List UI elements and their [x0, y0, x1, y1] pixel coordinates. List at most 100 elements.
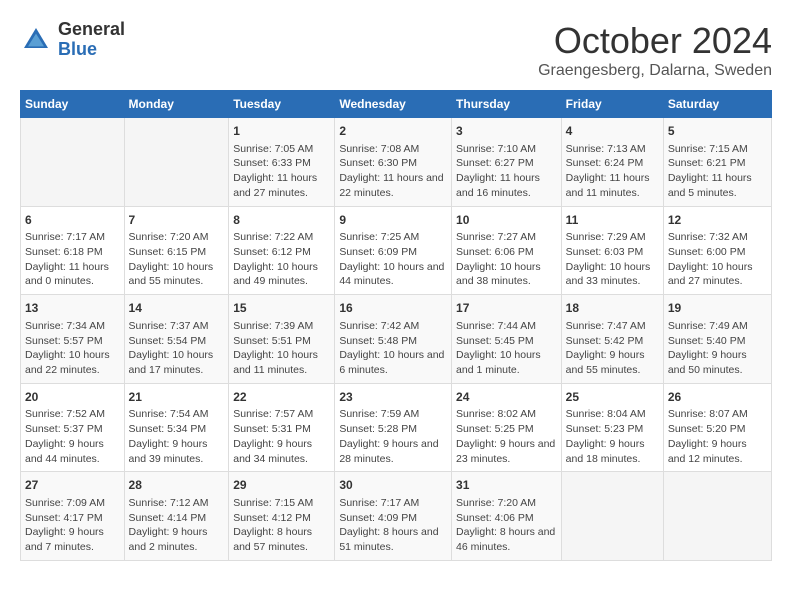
header-thursday: Thursday: [452, 91, 562, 118]
header-monday: Monday: [124, 91, 229, 118]
day-info: Sunrise: 7:09 AM Sunset: 4:17 PM Dayligh…: [25, 496, 120, 555]
calendar-cell: 12Sunrise: 7:32 AM Sunset: 6:00 PM Dayli…: [663, 206, 771, 295]
week-row-4: 20Sunrise: 7:52 AM Sunset: 5:37 PM Dayli…: [21, 383, 772, 472]
day-number: 19: [668, 300, 767, 317]
day-number: 30: [339, 477, 447, 494]
day-info: Sunrise: 7:52 AM Sunset: 5:37 PM Dayligh…: [25, 407, 120, 466]
calendar-cell: 25Sunrise: 8:04 AM Sunset: 5:23 PM Dayli…: [561, 383, 663, 472]
day-number: 6: [25, 212, 120, 229]
day-number: 14: [129, 300, 225, 317]
calendar-cell: 5 Sunrise: 7:15 AM Sunset: 6:21 PM Daylig…: [663, 118, 771, 207]
calendar-header: SundayMondayTuesdayWednesdayThursdayFrid…: [21, 91, 772, 118]
day-number: 16: [339, 300, 447, 317]
day-number: 11: [566, 212, 659, 229]
calendar-cell: 6Sunrise: 7:17 AM Sunset: 6:18 PM Daylig…: [21, 206, 125, 295]
calendar-cell: 29 Sunrise: 7:15 AM Sunset: 4:12 PM Dayli…: [229, 472, 335, 561]
day-info: Sunrise: 7:37 AM Sunset: 5:54 PM Dayligh…: [129, 319, 225, 378]
week-row-1: 1 Sunrise: 7:05 AM Sunset: 6:33 PM Daylig…: [21, 118, 772, 207]
day-info: Sunrise: 7:08 AM Sunset: 6:30 PM Dayligh…: [339, 142, 447, 201]
logo-icon: [20, 24, 52, 56]
calendar-cell: 26Sunrise: 8:07 AM Sunset: 5:20 PM Dayli…: [663, 383, 771, 472]
day-info: Sunrise: 7:47 AM Sunset: 5:42 PM Dayligh…: [566, 319, 659, 378]
day-info: Sunrise: 7:32 AM Sunset: 6:00 PM Dayligh…: [668, 230, 767, 289]
day-number: 24: [456, 389, 557, 406]
calendar-cell: [663, 472, 771, 561]
calendar-cell: 18 Sunrise: 7:47 AM Sunset: 5:42 PM Dayli…: [561, 295, 663, 384]
day-number: 20: [25, 389, 120, 406]
calendar-cell: [21, 118, 125, 207]
day-info: Sunrise: 7:57 AM Sunset: 5:31 PM Dayligh…: [233, 407, 330, 466]
day-number: 18: [566, 300, 659, 317]
header-friday: Friday: [561, 91, 663, 118]
calendar-cell: 14 Sunrise: 7:37 AM Sunset: 5:54 PM Dayli…: [124, 295, 229, 384]
day-info: Sunrise: 7:12 AM Sunset: 4:14 PM Dayligh…: [129, 496, 225, 555]
logo-blue: Blue: [58, 40, 125, 60]
header-row: SundayMondayTuesdayWednesdayThursdayFrid…: [21, 91, 772, 118]
day-number: 1: [233, 123, 330, 140]
header-saturday: Saturday: [663, 91, 771, 118]
calendar-cell: 8Sunrise: 7:22 AM Sunset: 6:12 PM Daylig…: [229, 206, 335, 295]
day-number: 23: [339, 389, 447, 406]
calendar-cell: 31Sunrise: 7:20 AM Sunset: 4:06 PM Dayli…: [452, 472, 562, 561]
day-info: Sunrise: 7:59 AM Sunset: 5:28 PM Dayligh…: [339, 407, 447, 466]
title-block: October 2024 Graengesberg, Dalarna, Swed…: [538, 20, 772, 80]
calendar-cell: 20Sunrise: 7:52 AM Sunset: 5:37 PM Dayli…: [21, 383, 125, 472]
day-number: 12: [668, 212, 767, 229]
day-info: Sunrise: 7:22 AM Sunset: 6:12 PM Dayligh…: [233, 230, 330, 289]
calendar-cell: 3 Sunrise: 7:10 AM Sunset: 6:27 PM Daylig…: [452, 118, 562, 207]
calendar-cell: 1 Sunrise: 7:05 AM Sunset: 6:33 PM Daylig…: [229, 118, 335, 207]
calendar-cell: 21Sunrise: 7:54 AM Sunset: 5:34 PM Dayli…: [124, 383, 229, 472]
day-number: 26: [668, 389, 767, 406]
day-number: 3: [456, 123, 557, 140]
day-info: Sunrise: 8:02 AM Sunset: 5:25 PM Dayligh…: [456, 407, 557, 466]
calendar-cell: 15 Sunrise: 7:39 AM Sunset: 5:51 PM Dayli…: [229, 295, 335, 384]
day-info: Sunrise: 7:20 AM Sunset: 6:15 PM Dayligh…: [129, 230, 225, 289]
day-number: 28: [129, 477, 225, 494]
day-number: 17: [456, 300, 557, 317]
day-number: 22: [233, 389, 330, 406]
day-number: 25: [566, 389, 659, 406]
day-info: Sunrise: 7:54 AM Sunset: 5:34 PM Dayligh…: [129, 407, 225, 466]
calendar-cell: 16 Sunrise: 7:42 AM Sunset: 5:48 PM Dayli…: [335, 295, 452, 384]
day-number: 7: [129, 212, 225, 229]
day-info: Sunrise: 7:39 AM Sunset: 5:51 PM Dayligh…: [233, 319, 330, 378]
day-info: Sunrise: 7:13 AM Sunset: 6:24 PM Dayligh…: [566, 142, 659, 201]
day-number: 9: [339, 212, 447, 229]
week-row-5: 27 Sunrise: 7:09 AM Sunset: 4:17 PM Dayli…: [21, 472, 772, 561]
logo: General Blue: [20, 20, 125, 60]
day-info: Sunrise: 7:15 AM Sunset: 6:21 PM Dayligh…: [668, 142, 767, 201]
calendar-cell: 4 Sunrise: 7:13 AM Sunset: 6:24 PM Daylig…: [561, 118, 663, 207]
calendar-cell: 28 Sunrise: 7:12 AM Sunset: 4:14 PM Dayli…: [124, 472, 229, 561]
day-info: Sunrise: 7:25 AM Sunset: 6:09 PM Dayligh…: [339, 230, 447, 289]
month-title: October 2024: [538, 20, 772, 62]
calendar-cell: 24Sunrise: 8:02 AM Sunset: 5:25 PM Dayli…: [452, 383, 562, 472]
day-info: Sunrise: 7:27 AM Sunset: 6:06 PM Dayligh…: [456, 230, 557, 289]
day-number: 27: [25, 477, 120, 494]
day-number: 15: [233, 300, 330, 317]
calendar-table: SundayMondayTuesdayWednesdayThursdayFrid…: [20, 90, 772, 561]
page-header: General Blue October 2024 Graengesberg, …: [20, 20, 772, 80]
calendar-cell: 23Sunrise: 7:59 AM Sunset: 5:28 PM Dayli…: [335, 383, 452, 472]
day-number: 2: [339, 123, 447, 140]
day-number: 5: [668, 123, 767, 140]
day-info: Sunrise: 8:04 AM Sunset: 5:23 PM Dayligh…: [566, 407, 659, 466]
calendar-cell: 27 Sunrise: 7:09 AM Sunset: 4:17 PM Dayli…: [21, 472, 125, 561]
day-number: 8: [233, 212, 330, 229]
week-row-3: 13Sunrise: 7:34 AM Sunset: 5:57 PM Dayli…: [21, 295, 772, 384]
day-number: 29: [233, 477, 330, 494]
day-number: 4: [566, 123, 659, 140]
calendar-cell: 9Sunrise: 7:25 AM Sunset: 6:09 PM Daylig…: [335, 206, 452, 295]
calendar-cell: 10Sunrise: 7:27 AM Sunset: 6:06 PM Dayli…: [452, 206, 562, 295]
week-row-2: 6Sunrise: 7:17 AM Sunset: 6:18 PM Daylig…: [21, 206, 772, 295]
logo-text: General Blue: [58, 20, 125, 60]
day-info: Sunrise: 7:15 AM Sunset: 4:12 PM Dayligh…: [233, 496, 330, 555]
calendar-cell: [561, 472, 663, 561]
day-info: Sunrise: 7:05 AM Sunset: 6:33 PM Dayligh…: [233, 142, 330, 201]
day-info: Sunrise: 7:34 AM Sunset: 5:57 PM Dayligh…: [25, 319, 120, 378]
day-info: Sunrise: 7:17 AM Sunset: 6:18 PM Dayligh…: [25, 230, 120, 289]
day-info: Sunrise: 7:10 AM Sunset: 6:27 PM Dayligh…: [456, 142, 557, 201]
day-info: Sunrise: 7:42 AM Sunset: 5:48 PM Dayligh…: [339, 319, 447, 378]
day-info: Sunrise: 7:49 AM Sunset: 5:40 PM Dayligh…: [668, 319, 767, 378]
calendar-cell: 17Sunrise: 7:44 AM Sunset: 5:45 PM Dayli…: [452, 295, 562, 384]
calendar-body: 1 Sunrise: 7:05 AM Sunset: 6:33 PM Daylig…: [21, 118, 772, 561]
